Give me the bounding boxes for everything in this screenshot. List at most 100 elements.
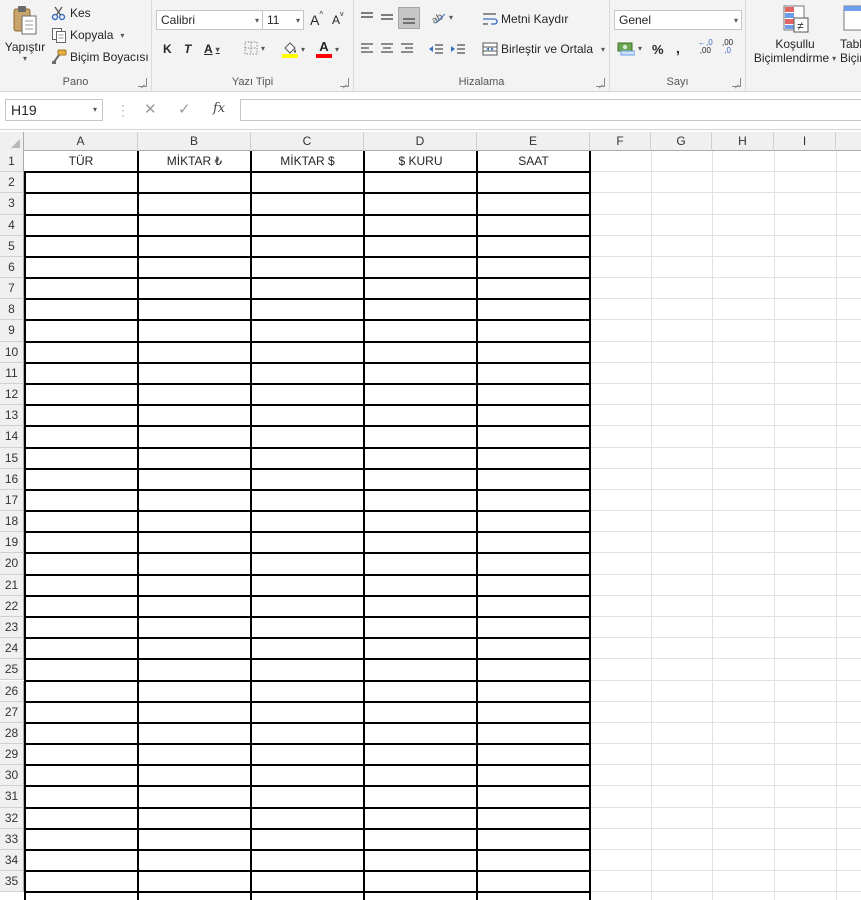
row-header[interactable]: 21: [0, 574, 24, 596]
wrap-text-button[interactable]: Metni Kaydır: [482, 12, 568, 26]
row-header[interactable]: 6: [0, 256, 24, 279]
row-header[interactable]: 18: [0, 511, 24, 533]
header-cell-b[interactable]: MİKTAR ₺: [138, 151, 251, 172]
row-header[interactable]: 20: [0, 553, 24, 575]
formula-input[interactable]: [240, 99, 861, 121]
row-header[interactable]: 23: [0, 616, 24, 639]
increase-decimal-icon: ,00: [699, 46, 711, 55]
clipboard-dialog-launcher-icon[interactable]: [138, 78, 147, 87]
borders-button[interactable]: ▾: [244, 41, 265, 55]
row-header[interactable]: 19: [0, 532, 24, 554]
row-header[interactable]: 26: [0, 680, 24, 702]
row-header[interactable]: 14: [0, 426, 24, 448]
row-header[interactable]: 28: [0, 722, 24, 745]
column-header-d[interactable]: D: [364, 132, 477, 151]
row-header[interactable]: 10: [0, 341, 24, 363]
increase-font-size-button[interactable]: A ^: [310, 10, 323, 29]
format-painter-button[interactable]: Biçim Boyacısı: [51, 49, 149, 65]
column-header-b[interactable]: B: [138, 132, 251, 151]
comma-style-button[interactable]: ,: [676, 40, 680, 56]
alignment-dialog-launcher-icon[interactable]: [596, 78, 605, 87]
row-header[interactable]: 1: [0, 151, 24, 173]
increase-indent-button[interactable]: [450, 42, 466, 56]
row-header[interactable]: 3: [0, 193, 24, 215]
row-header[interactable]: 27: [0, 701, 24, 723]
select-all-button[interactable]: [0, 132, 24, 151]
borders-icon: [244, 41, 258, 55]
decrease-font-size-button[interactable]: Av: [332, 11, 344, 28]
conditional-formatting-button[interactable]: ≠ Koşullu Biçimlendirme ▾: [752, 4, 838, 65]
row-header[interactable]: 16: [0, 468, 24, 490]
column-header-f[interactable]: F: [590, 132, 651, 151]
cancel-icon[interactable]: ✕: [144, 100, 157, 118]
table-border-horizontal: [24, 340, 591, 343]
fill-color-button[interactable]: ▾: [282, 40, 305, 58]
orientation-button[interactable]: ab ▾: [430, 9, 453, 26]
row-header[interactable]: 22: [0, 595, 24, 617]
copy-dropdown-icon[interactable]: ▾: [120, 31, 124, 40]
row-header[interactable]: 4: [0, 214, 24, 236]
paste-button[interactable]: Yapıştır ▾: [4, 4, 46, 68]
number-dialog-launcher-icon[interactable]: [732, 78, 741, 87]
increase-decimal-button[interactable]: ←,0 ,00: [698, 39, 713, 55]
currency-format-button[interactable]: ▾: [617, 40, 642, 56]
format-as-table-button[interactable]: Tabl Biçir: [840, 4, 861, 65]
font-dialog-launcher-icon[interactable]: [340, 78, 349, 87]
row-header[interactable]: 13: [0, 405, 24, 427]
row-header[interactable]: 31: [0, 786, 24, 808]
decrease-decimal-button[interactable]: ,00 ,0: [722, 39, 733, 55]
align-bottom-button[interactable]: [398, 7, 420, 29]
row-header[interactable]: 32: [0, 807, 24, 829]
column-header-g[interactable]: G: [651, 132, 712, 151]
row-header[interactable]: 2: [0, 172, 24, 194]
row-header[interactable]: 17: [0, 489, 24, 512]
row-header[interactable]: 12: [0, 383, 24, 406]
row-header[interactable]: 30: [0, 765, 24, 787]
underline-button[interactable]: A ▾: [204, 42, 220, 56]
row-header[interactable]: 33: [0, 828, 24, 850]
cut-button[interactable]: Kes: [51, 5, 91, 21]
table-border-horizontal: [24, 192, 591, 195]
conditional-formatting-icon: ≠: [781, 4, 809, 36]
header-cell-d[interactable]: $ KURU: [364, 151, 477, 172]
column-header-c[interactable]: C: [251, 132, 364, 151]
row-header[interactable]: 29: [0, 744, 24, 766]
font-color-button[interactable]: A ▾: [316, 40, 339, 58]
percent-style-button[interactable]: %: [652, 42, 664, 57]
paste-dropdown-icon[interactable]: ▾: [23, 54, 27, 63]
row-header[interactable]: 9: [0, 320, 24, 342]
font-size-combo[interactable]: 11 ▾: [262, 10, 304, 30]
row-header[interactable]: 7: [0, 278, 24, 300]
row-header[interactable]: 25: [0, 659, 24, 681]
align-middle-button[interactable]: [379, 10, 395, 24]
align-left-button[interactable]: [359, 42, 375, 56]
align-right-button[interactable]: [399, 42, 415, 56]
italic-button[interactable]: T: [184, 42, 191, 56]
copy-button[interactable]: Kopyala ▾: [51, 27, 124, 43]
number-format-combo[interactable]: Genel ▾: [614, 10, 742, 30]
header-cell-e[interactable]: SAAT: [477, 151, 590, 172]
row-header[interactable]: 24: [0, 638, 24, 660]
align-center-button[interactable]: [379, 42, 395, 56]
row-header[interactable]: 35: [0, 871, 24, 893]
worksheet-grid[interactable]: ABCDEFGHI 1 2 3 4 5 6 7 8 9 10 11 12 13 14 15 16 17 18 19 2…: [0, 132, 861, 900]
row-header[interactable]: 15: [0, 447, 24, 469]
font-name-combo[interactable]: Calibri ▾: [156, 10, 263, 30]
fx-icon[interactable]: fx: [213, 101, 225, 116]
name-box[interactable]: H19 ▾: [5, 99, 103, 121]
bold-button[interactable]: K: [163, 42, 172, 56]
row-header[interactable]: 5: [0, 235, 24, 257]
enter-icon[interactable]: ✓: [178, 100, 191, 118]
row-header[interactable]: 8: [0, 299, 24, 321]
column-header-a[interactable]: A: [24, 132, 138, 151]
row-header[interactable]: 11: [0, 362, 24, 384]
column-header-i[interactable]: I: [774, 132, 836, 151]
align-top-button[interactable]: [359, 10, 375, 24]
header-cell-c[interactable]: MİKTAR $: [251, 151, 364, 172]
column-header-h[interactable]: H: [712, 132, 774, 151]
header-cell-a[interactable]: TÜR: [24, 151, 138, 172]
row-header[interactable]: 34: [0, 849, 24, 872]
decrease-indent-button[interactable]: [428, 42, 444, 56]
column-header-e[interactable]: E: [477, 132, 590, 151]
merge-center-button[interactable]: Birleştir ve Ortala ▾: [482, 42, 605, 56]
